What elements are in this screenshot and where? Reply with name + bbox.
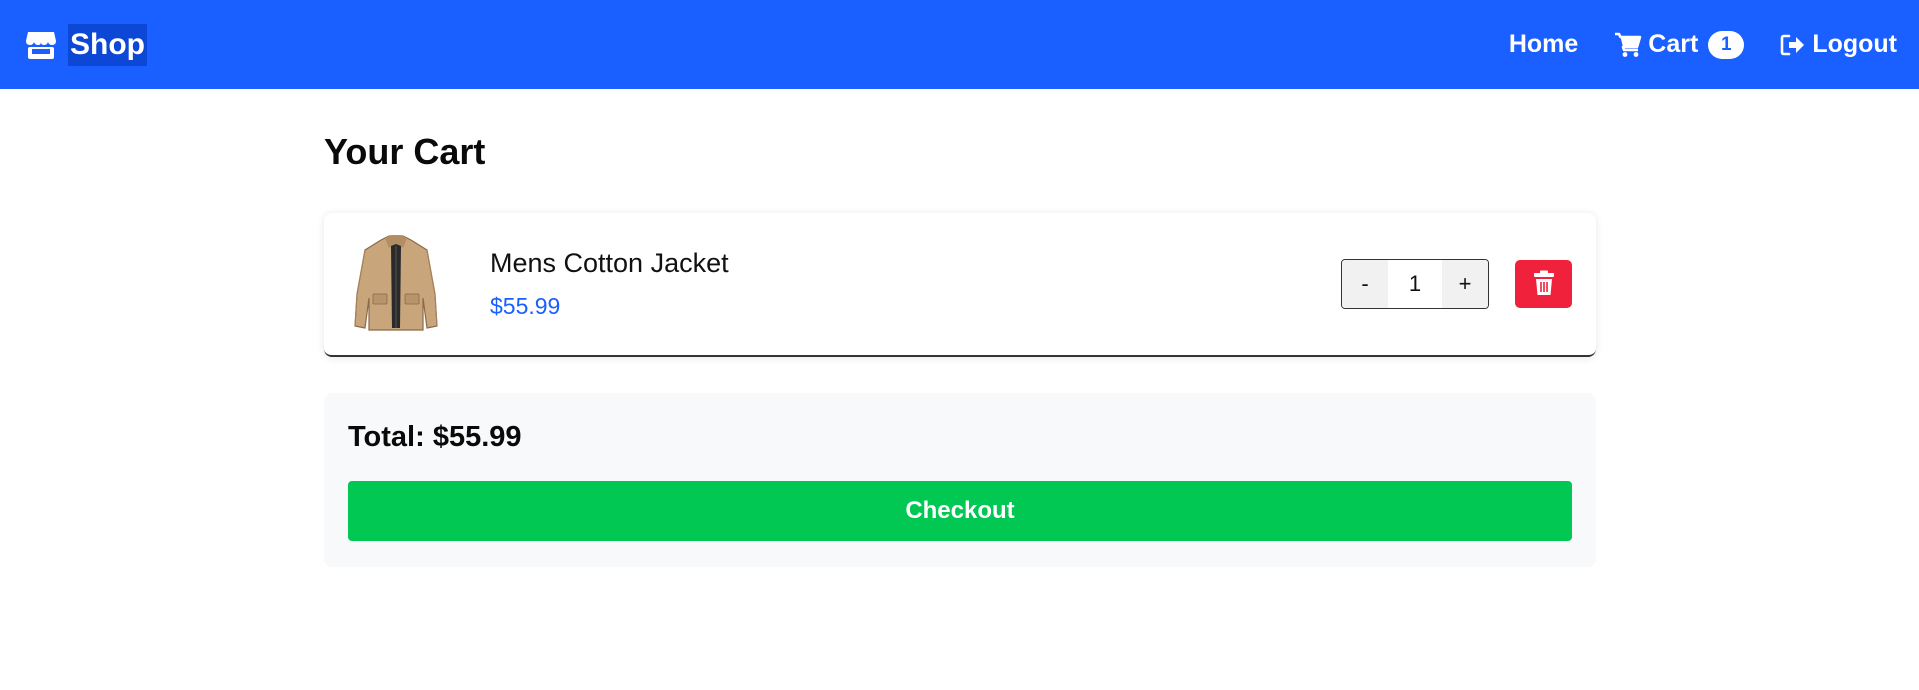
- logout-icon: [1780, 33, 1806, 57]
- nav-home-link[interactable]: Home: [1509, 30, 1578, 59]
- brand-label: Shop: [68, 23, 147, 66]
- decrement-button[interactable]: -: [1342, 260, 1388, 308]
- item-name: Mens Cotton Jacket: [490, 248, 729, 278]
- nav-cart-label: Cart: [1648, 30, 1699, 58]
- nav-cart-link[interactable]: Cart 1: [1614, 30, 1745, 59]
- brand-link[interactable]: Shop: [24, 23, 147, 66]
- cart-item: Mens Cotton Jacket $55.99 - +: [324, 213, 1596, 357]
- checkout-button[interactable]: Checkout: [348, 481, 1572, 541]
- item-actions: - +: [1341, 259, 1572, 309]
- nav-links: Home Cart 1 Logout: [1509, 30, 1897, 59]
- nav-logout-link[interactable]: Logout: [1780, 30, 1897, 59]
- nav-home-label: Home: [1508, 30, 1579, 58]
- store-icon: [24, 28, 58, 62]
- cart-icon: [1614, 32, 1642, 58]
- nav-logout-label: Logout: [1812, 30, 1897, 58]
- cart-total: Total: $55.99: [348, 421, 522, 453]
- quantity-input[interactable]: [1388, 260, 1442, 308]
- delete-item-button[interactable]: [1515, 260, 1572, 308]
- cart-count-badge: 1: [1708, 30, 1745, 59]
- quantity-stepper: - +: [1341, 259, 1489, 309]
- trash-icon: [1533, 270, 1555, 299]
- item-info: Mens Cotton Jacket $55.99: [490, 248, 729, 320]
- increment-button[interactable]: +: [1442, 260, 1488, 308]
- cart-page: Your Cart Mens Cotton Jacket $55.99 - 1 …: [324, 89, 1596, 567]
- cart-summary: Total: $55.99 Checkout: [324, 393, 1596, 567]
- jacket-image: [348, 228, 444, 340]
- page-title: Your Cart: [324, 131, 486, 172]
- item-price: $55.99: [490, 293, 561, 319]
- navbar: Shop Home Cart 1 Logout: [0, 0, 1919, 89]
